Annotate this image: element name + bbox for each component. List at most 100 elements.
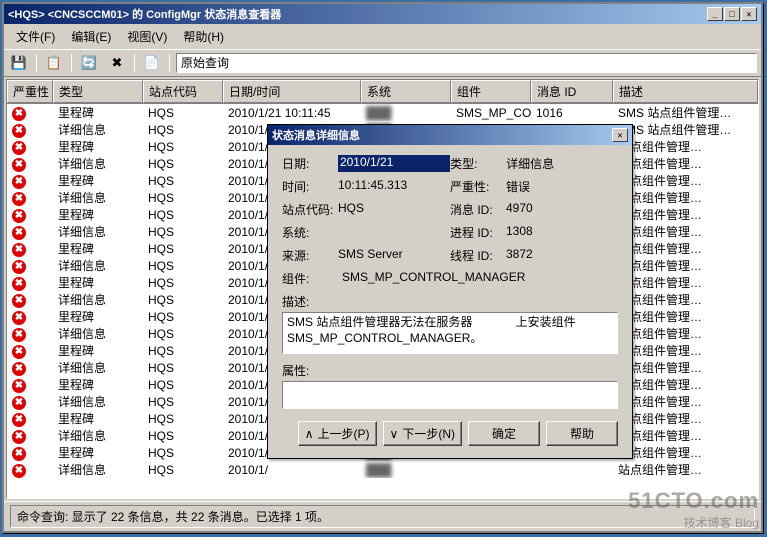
col-component[interactable]: 组件 [451,80,531,103]
cell-site: HQS [143,393,223,410]
props-textarea[interactable] [282,381,618,409]
status-text: 命令查询: 显示了 22 条信息，共 22 条消息。已选择 1 项。 [10,505,755,528]
cell-type: 里程碑 [53,342,143,359]
cell-site: HQS [143,461,223,478]
cell-site: HQS [143,359,223,376]
col-type[interactable]: 类型 [53,80,143,103]
lbl-threadid: 线程 ID: [450,247,506,264]
cell-severity: ✖ [7,121,53,138]
cell-desc: 站点组件管理… [613,138,758,155]
val-system [338,224,450,241]
cell-site: HQS [143,410,223,427]
save-icon[interactable]: 💾 [8,53,30,73]
val-procid: 1308 [506,224,618,241]
cell-type: 里程碑 [53,172,143,189]
stop-icon[interactable]: ✖ [106,53,128,73]
col-desc[interactable]: 描述 [613,80,758,103]
cell-type: 里程碑 [53,444,143,461]
query-input[interactable]: 原始查询 [176,53,757,73]
cell-type: 详细信息 [53,155,143,172]
cell-system: ███ [361,104,451,121]
error-icon: ✖ [12,277,26,291]
copy-icon[interactable]: 📋 [43,53,65,73]
col-severity[interactable]: 严重性 [7,80,53,103]
minimize-button[interactable]: _ [707,7,723,21]
col-site[interactable]: 站点代码 [143,80,223,103]
menu-help[interactable]: 帮助(H) [175,26,232,47]
cell-site: HQS [143,138,223,155]
main-titlebar: <HQS> <CNCSCCM01> 的 ConfigMgr 状态消息查看器 _ … [4,4,761,24]
error-icon: ✖ [12,243,26,257]
val-severity: 错误 [506,178,618,195]
cell-desc: 站点组件管理… [613,291,758,308]
statusbar: 命令查询: 显示了 22 条信息，共 22 条消息。已选择 1 项。 [4,501,761,531]
refresh-icon[interactable]: 🔄 [78,53,100,73]
error-icon: ✖ [12,107,26,121]
menu-view[interactable]: 视图(V) [119,26,175,47]
cell-desc: 站点组件管理… [613,325,758,342]
cell-desc: 站点组件管理… [613,393,758,410]
cell-site: HQS [143,104,223,121]
cell-site: HQS [143,240,223,257]
error-icon: ✖ [12,294,26,308]
error-icon: ✖ [12,328,26,342]
cell-desc: 站点组件管理… [613,206,758,223]
cell-desc: 站点组件管理… [613,359,758,376]
help-button[interactable]: 帮助 [546,421,618,446]
cell-type: 里程碑 [53,240,143,257]
cell-desc: SMS 站点组件管理… [613,104,758,121]
table-row[interactable]: ✖详细信息HQS2010/1/███站点组件管理… [7,461,758,478]
cell-type: 详细信息 [53,121,143,138]
cell-site: HQS [143,155,223,172]
cell-type: 里程碑 [53,274,143,291]
cell-severity: ✖ [7,325,53,342]
prev-button[interactable]: ∧上一步(P) [298,421,377,446]
error-icon: ✖ [12,226,26,240]
maximize-button[interactable]: □ [724,7,740,21]
lbl-component: 组件: [282,270,342,287]
cell-severity: ✖ [7,376,53,393]
menu-edit[interactable]: 编辑(E) [63,26,119,47]
cell-desc: 站点组件管理… [613,461,758,478]
separator [36,54,37,72]
cell-type: 详细信息 [53,325,143,342]
cell-component: SMS_MP_CON… [451,104,531,121]
lbl-date: 日期: [282,155,338,172]
cell-site: HQS [143,342,223,359]
ok-button[interactable]: 确定 [468,421,540,446]
cell-severity: ✖ [7,342,53,359]
cell-site: HQS [143,172,223,189]
close-button[interactable]: ✕ [741,7,757,21]
lbl-desc: 描述: [282,293,618,310]
menu-file[interactable]: 文件(F) [8,26,63,47]
dialog-close-button[interactable]: ✕ [612,128,628,142]
cell-type: 里程碑 [53,206,143,223]
next-button[interactable]: ∨下一步(N) [383,421,462,446]
table-row[interactable]: ✖里程碑HQS2010/1/21 10:11:45███SMS_MP_CON…1… [7,104,758,121]
error-icon: ✖ [12,362,26,376]
separator [71,54,72,72]
cell-severity: ✖ [7,410,53,427]
cell-component [451,461,531,478]
cell-severity: ✖ [7,444,53,461]
val-type: 详细信息 [506,155,618,172]
cell-severity: ✖ [7,223,53,240]
cell-site: HQS [143,376,223,393]
cell-type: 详细信息 [53,223,143,240]
cell-severity: ✖ [7,172,53,189]
val-component: SMS_MP_CONTROL_MANAGER [342,270,525,287]
col-datetime[interactable]: 日期/时间 [223,80,361,103]
col-system[interactable]: 系统 [361,80,451,103]
cell-severity: ✖ [7,257,53,274]
desc-textarea[interactable]: SMS 站点组件管理器无法在服务器 上安装组件 SMS_MP_CONTROL_M… [282,312,618,354]
cell-site: HQS [143,308,223,325]
error-icon: ✖ [12,413,26,427]
cell-severity: ✖ [7,308,53,325]
cell-desc: 站点组件管理… [613,240,758,257]
properties-icon[interactable]: 📄 [141,53,163,73]
val-site: HQS [338,201,450,218]
val-date[interactable]: 2010/1/21 [338,155,450,172]
col-msgid[interactable]: 消息 ID [531,80,613,103]
cell-site: HQS [143,223,223,240]
cell-type: 里程碑 [53,308,143,325]
